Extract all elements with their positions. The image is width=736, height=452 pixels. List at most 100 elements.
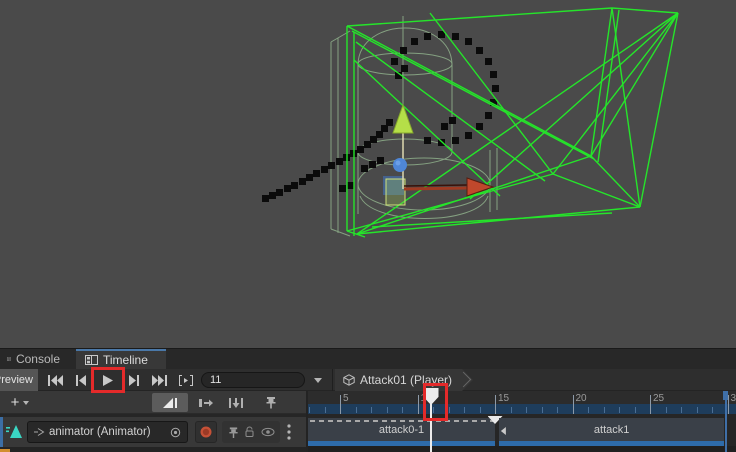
options-row: + [0, 391, 736, 414]
animator-track-header[interactable]: animator (Animator) [0, 417, 306, 447]
trail-pixel [400, 47, 407, 54]
trail-pixel [364, 141, 371, 148]
unity-editor-window: Console Timeline Preview [0, 0, 736, 452]
pin-icon [228, 426, 239, 439]
timeline-end-marker-cap [723, 391, 728, 400]
eye-icon [261, 427, 275, 437]
time-ruler[interactable]: 51015202530 [306, 391, 736, 414]
ruler-tick [526, 407, 527, 413]
goto-end-button[interactable] [147, 370, 172, 390]
ruler-tick [402, 407, 403, 413]
ruler-tick [697, 407, 698, 413]
previous-frame-icon [75, 375, 88, 386]
ruler-tick [635, 407, 636, 413]
edit-mode-mix-button[interactable] [152, 393, 188, 412]
trail-pixel [485, 58, 492, 65]
animator-object-field[interactable]: animator (Animator) [27, 421, 188, 443]
track-pin-button[interactable] [228, 426, 239, 439]
animator-icon [34, 427, 45, 437]
ruler-tick [464, 407, 465, 413]
trail-pixel [299, 178, 306, 185]
clip-ease-in-icon [501, 427, 506, 435]
chevron-down-icon [314, 378, 322, 383]
frame-options-dropdown[interactable] [306, 370, 330, 390]
track-more-button[interactable] [284, 422, 294, 442]
trail-pixel [452, 33, 459, 40]
gizmo-plane-handle-2[interactable] [386, 179, 405, 205]
tab-console[interactable]: Console [0, 349, 69, 369]
edit-mode-replace-button[interactable] [223, 393, 249, 412]
ruler-tick [511, 407, 512, 413]
track-color-edge [0, 417, 3, 447]
tab-timeline-label: Timeline [103, 353, 148, 367]
play-range-button[interactable] [173, 370, 198, 390]
gizmo-center-highlight [396, 161, 401, 166]
ruler-tick [557, 407, 558, 413]
trail-pixel [391, 58, 398, 65]
ruler-tick [356, 407, 357, 413]
ripple-mode-icon [198, 397, 214, 409]
trail-pixel [361, 165, 368, 172]
ruler-tick [325, 407, 326, 413]
ruler-tick [542, 407, 543, 413]
trail-pixel [276, 189, 283, 196]
track-mute-button[interactable] [261, 427, 275, 437]
trail-pixel [370, 136, 377, 143]
move-gizmo[interactable] [383, 105, 493, 205]
console-icon [7, 354, 11, 364]
ruler-tick [573, 395, 574, 414]
record-button[interactable] [195, 421, 217, 443]
prefab-cube-icon [343, 374, 355, 386]
ruler-tick [340, 395, 341, 414]
ruler-tick-label: 20 [576, 393, 587, 404]
ruler-tick [712, 407, 713, 413]
y-axis-arrow[interactable] [393, 105, 413, 133]
lock-icon [244, 426, 255, 438]
collider-wireframe [331, 16, 497, 236]
track-lock-button[interactable] [244, 426, 255, 438]
ruler-tick [666, 407, 667, 413]
replace-mode-icon [228, 397, 244, 409]
ruler-tick [480, 407, 481, 413]
object-picker-icon[interactable] [170, 427, 181, 438]
goto-start-button[interactable] [43, 370, 68, 390]
clip-attack1[interactable]: attack1 [499, 418, 725, 446]
x-axis-line [404, 188, 467, 189]
edit-mode-ripple-button[interactable] [193, 393, 219, 412]
trail-pixel [377, 157, 384, 164]
plus-icon: + [11, 395, 20, 410]
marker-track-toggle-button[interactable] [258, 393, 284, 412]
add-track-button[interactable]: + [3, 393, 37, 412]
breadcrumb[interactable]: Attack01 (Player) [335, 369, 473, 391]
trail-pixel [328, 162, 335, 169]
ruler-tick [495, 395, 496, 414]
trail-pixel [339, 185, 346, 192]
animator-object-label: animator (Animator) [49, 426, 166, 438]
clip-label: attack0-1 [379, 424, 424, 436]
record-icon [199, 425, 213, 439]
tab-timeline[interactable]: Timeline [76, 349, 166, 369]
trail-pixel [449, 117, 456, 124]
current-frame-input[interactable] [201, 372, 305, 388]
timeline-end-marker[interactable] [725, 391, 727, 452]
trail-pixel [291, 182, 298, 189]
header-bottom-strip [0, 447, 306, 452]
goto-start-icon [47, 375, 64, 386]
scene-view[interactable] [0, 0, 736, 348]
trail-pixel [269, 192, 276, 199]
track-button-group [222, 421, 280, 443]
toolbar-separator [332, 369, 333, 391]
trail-pixel [262, 195, 269, 202]
ruler-tick [418, 395, 419, 414]
trail-pixel [284, 185, 291, 192]
clip-attack0-1[interactable]: attack0-1 [308, 418, 495, 446]
gizmo-center-sphere[interactable] [393, 158, 407, 172]
preview-toggle-button[interactable]: Preview [0, 369, 38, 391]
trail-pixel [347, 182, 354, 189]
mix-mode-icon [162, 397, 178, 409]
annotation-highlight-box [423, 383, 448, 421]
ruler-tick [449, 407, 450, 413]
ruler-tick [650, 395, 651, 414]
trail-pixel [424, 33, 431, 40]
clip-label: attack1 [594, 424, 629, 436]
